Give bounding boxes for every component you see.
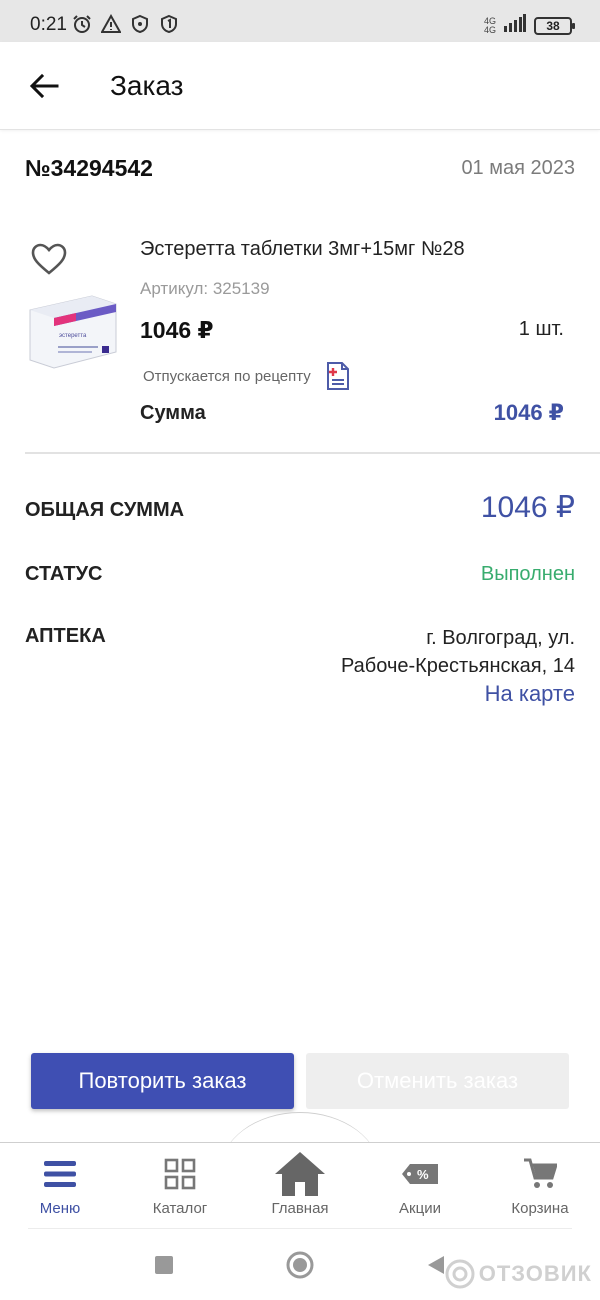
status-value: Выполнен [480,563,575,585]
nav-item-home[interactable]: Главная [240,1150,360,1226]
catalog-grid-icon [120,1150,240,1198]
product-article: Артикул: 325139 [140,279,270,298]
favorite-button[interactable] [30,242,68,276]
shield-icon [130,14,150,34]
circle-icon [286,1251,314,1279]
watermark-icon [445,1259,475,1289]
prescription-icon[interactable] [325,361,351,391]
status-system-icons: 4G 4G 38 [483,14,575,37]
pharmacy-address-line1: г. Волгоград, ул. [426,627,575,649]
system-nav-bar: ОТЗОВИК [0,1229,600,1300]
map-link[interactable]: На карте [485,681,575,707]
nav-item-cart[interactable]: Корзина [480,1150,600,1226]
repeat-order-button[interactable]: Повторить заказ [31,1053,294,1109]
nav-item-catalog[interactable]: Каталог [120,1150,240,1226]
heart-icon [31,243,67,275]
alarm-icon [72,14,92,34]
arrow-left-icon [29,73,59,99]
battery-icon: 38 [534,16,575,35]
divider [25,452,600,454]
nav-label-menu: Меню [39,1200,81,1217]
discount-tag-icon: % [360,1150,480,1198]
nav-item-menu[interactable]: Меню [0,1150,120,1226]
square-icon [155,1256,173,1274]
page-title: Заказ [110,70,184,101]
product-price: 1046 ₽ [140,317,214,343]
total-label: ОБЩАЯ СУММА [25,499,185,521]
status-time: 0:21 [30,14,67,35]
order-number: №34294542 [25,155,153,181]
order-date: 01 мая 2023 [461,157,575,179]
pharmacy-address: г. Волгоград, ул. Рабоче-Крестьянская, 1… [341,624,575,680]
status-notification-icons [72,14,179,34]
back-button[interactable] [24,66,64,106]
triangle-back-icon [428,1256,444,1274]
product-quantity: 1 шт. [518,318,564,340]
sum-value: 1046 ₽ [493,400,564,425]
cart-icon [480,1150,600,1198]
network-label-bottom: 4G [483,24,496,35]
pharmacy-address-line2: Рабоче-Крестьянская, 14 [341,655,575,677]
warning-icon [101,14,121,34]
menu-icon [0,1150,120,1198]
product-box-brand: эстеретта [59,333,87,339]
recent-apps-button[interactable] [146,1247,182,1283]
watermark-logo: ОТЗОВИК [445,1259,592,1289]
nav-label-cart: Корзина [511,1200,569,1217]
nav-label-promotions: Акции [399,1200,441,1217]
sim-badge-icon [159,14,179,34]
pharmacy-label: АПТЕКА [25,625,106,647]
cancel-order-button[interactable]: Отменить заказ [306,1053,569,1109]
status-bar: 0:21 4G 4G 38 [0,0,600,42]
home-icon [240,1150,360,1198]
sum-label: Сумма [140,402,206,424]
watermark-text: ОТЗОВИК [478,1261,592,1286]
nav-label-home: Главная [271,1200,329,1217]
signal-icon [504,14,526,37]
nav-label-catalog: Каталог [152,1200,208,1217]
prescription-note: Отпускается по рецепту [143,368,311,385]
status-label: СТАТУС [25,563,103,585]
svg-text:%: % [417,1167,429,1182]
home-system-button[interactable] [282,1247,318,1283]
nav-item-promotions[interactable]: % Акции [360,1150,480,1226]
product-image: эстеретта [26,290,120,370]
product-name[interactable]: Эстеретта таблетки 3мг+15мг №28 [140,238,465,261]
total-value: 1046 ₽ [480,491,575,524]
network-type: 4G 4G [483,16,496,35]
app-header: Заказ [0,42,600,130]
